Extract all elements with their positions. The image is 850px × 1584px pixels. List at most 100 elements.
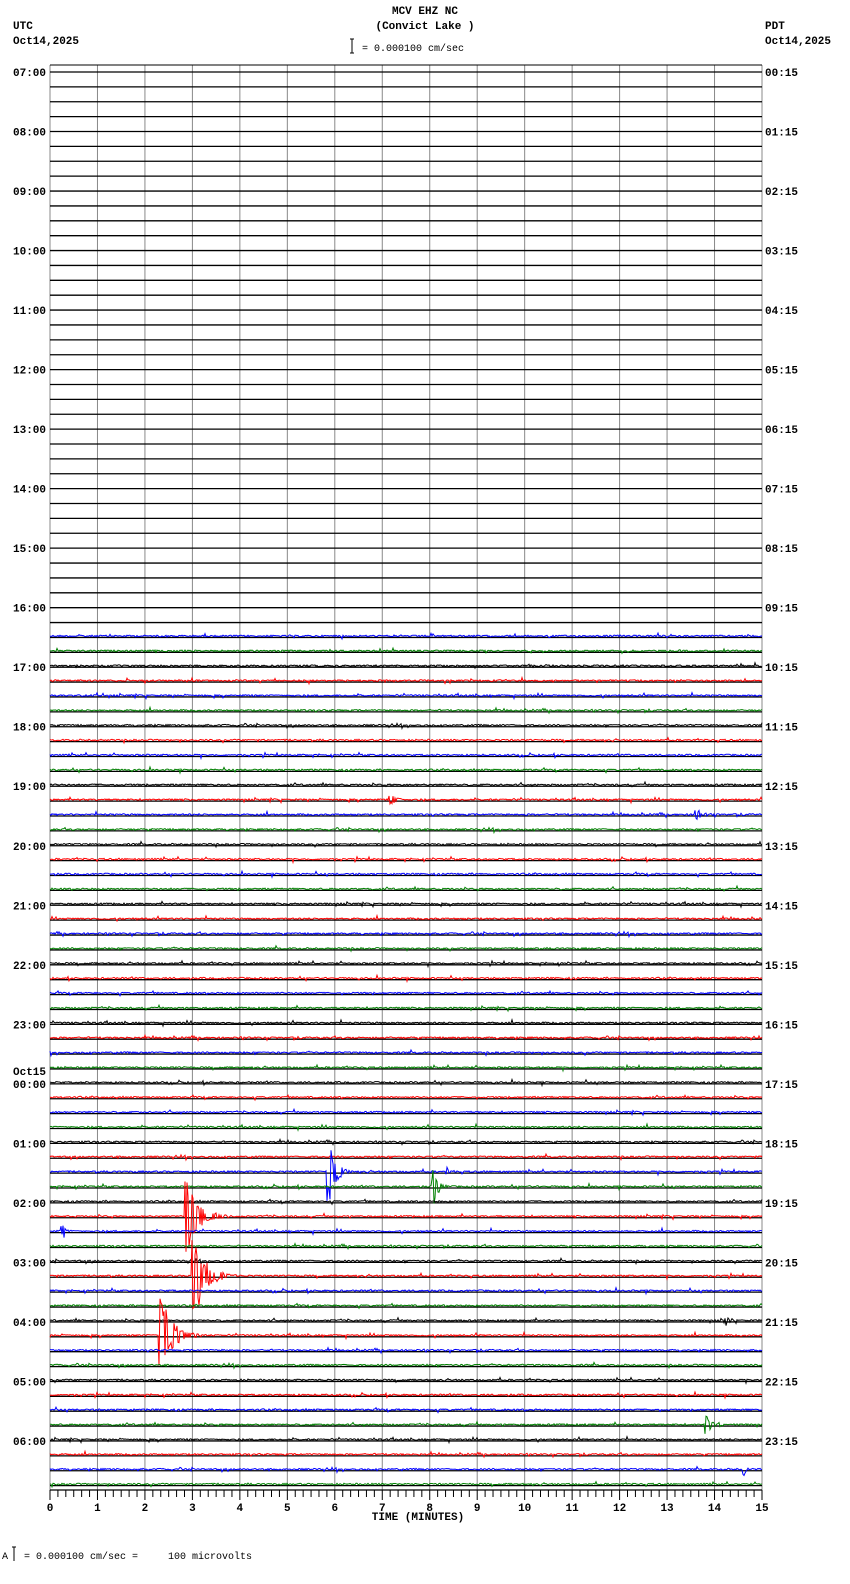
- pdt-hour-label: 20:15: [765, 1258, 798, 1270]
- pdt-hour-label: 05:15: [765, 366, 798, 378]
- trace-row: [49, 930, 763, 939]
- trace-row: [49, 795, 763, 806]
- footer-scale-label: = 0.000100 cm/sec = 100 microvolts: [24, 1551, 252, 1563]
- x-tick-label: 15: [755, 1503, 769, 1515]
- utc-hour-label: 15:00: [13, 544, 46, 556]
- trace-row: [49, 1376, 763, 1385]
- right-date: Oct14,2025: [765, 36, 831, 48]
- utc-hour-label: 14:00: [13, 485, 46, 497]
- trace-row: [49, 691, 762, 701]
- pdt-hour-label: 07:15: [765, 485, 798, 497]
- utc-hour-label: 12:00: [13, 366, 46, 378]
- station-title: MCV EHZ NC: [392, 6, 458, 18]
- pdt-hour-label: 01:15: [765, 128, 798, 140]
- trace-row: [49, 1435, 763, 1445]
- traces: [49, 631, 763, 1489]
- pdt-hour-label: 17:15: [765, 1080, 798, 1092]
- utc-hour-label: 16:00: [13, 604, 46, 616]
- pdt-hour-label: 10:15: [765, 663, 798, 675]
- utc-hour-label: 01:00: [13, 1139, 46, 1151]
- left-timezone: UTC: [13, 21, 33, 33]
- scale-bar-icon: [350, 38, 354, 54]
- utc-hour-label: 21:00: [13, 901, 46, 913]
- trace-row: [49, 1298, 763, 1366]
- x-tick-label: 3: [189, 1503, 196, 1515]
- trace-row: [49, 826, 763, 835]
- x-tick-label: 2: [142, 1503, 149, 1515]
- footer-scale-bar-icon: [12, 1546, 16, 1561]
- pdt-hour-label: 13:15: [765, 842, 798, 854]
- footer-prefix: A: [2, 1552, 8, 1563]
- utc-hour-label: 03:00: [13, 1258, 46, 1270]
- utc-hour-label: 17:00: [13, 663, 46, 675]
- pdt-hour-label: 06:15: [765, 425, 798, 437]
- station-location: (Convict Lake ): [375, 21, 474, 33]
- pdt-hour-label: 16:15: [765, 1020, 798, 1032]
- utc-hour-label: 22:00: [13, 961, 46, 973]
- trace-row: [50, 959, 763, 969]
- pdt-hour-label: 02:15: [765, 187, 798, 199]
- left-date: Oct14,2025: [13, 36, 79, 48]
- x-tick-label: 1: [94, 1503, 101, 1515]
- row-labels: 07:00 00:15 08:00 01:15 09:00 02:15 10:00 03:15…: [13, 68, 798, 1449]
- utc-hour-label: 08:00: [13, 128, 46, 140]
- utc-hour-label: 06:00: [13, 1437, 46, 1449]
- pdt-hour-label: 12:15: [765, 782, 798, 794]
- pdt-hour-label: 23:15: [765, 1437, 798, 1449]
- trace-row: [49, 1152, 763, 1162]
- trace-row: [49, 1415, 763, 1434]
- right-timezone: PDT: [765, 21, 785, 33]
- trace-row: [49, 1048, 762, 1058]
- pdt-hour-label: 03:15: [765, 247, 798, 259]
- utc-hour-label: 02:00: [13, 1199, 46, 1211]
- x-tick-label: 10: [518, 1503, 531, 1515]
- trace-row: [49, 1063, 763, 1073]
- utc-hour-label: 00:00: [13, 1080, 46, 1092]
- x-tick-label: 4: [237, 1503, 244, 1515]
- pdt-hour-label: 14:15: [765, 901, 798, 913]
- date-change-label: Oct15: [13, 1067, 46, 1079]
- pdt-hour-label: 21:15: [765, 1318, 798, 1330]
- trace-row: [49, 809, 763, 821]
- pdt-hour-label: 08:15: [765, 544, 798, 556]
- pdt-hour-label: 00:15: [765, 68, 798, 80]
- x-tick-label: 12: [613, 1503, 626, 1515]
- pdt-hour-label: 09:15: [765, 604, 798, 616]
- utc-hour-label: 19:00: [13, 782, 46, 794]
- trace-row: [49, 1017, 763, 1028]
- trace-row: [49, 751, 763, 761]
- x-tick-label: 14: [708, 1503, 722, 1515]
- trace-row: [49, 1257, 763, 1266]
- utc-hour-label: 13:00: [13, 425, 46, 437]
- utc-hour-label: 04:00: [13, 1318, 46, 1330]
- trace-row: [49, 1181, 763, 1252]
- pdt-hour-label: 18:15: [765, 1139, 798, 1151]
- pdt-hour-label: 22:15: [765, 1377, 798, 1389]
- x-tick-label: 9: [474, 1503, 481, 1515]
- utc-hour-label: 23:00: [13, 1020, 46, 1032]
- trace-row: [49, 675, 763, 686]
- trace-row: [49, 722, 763, 731]
- x-tick-label: 6: [331, 1503, 338, 1515]
- trace-row: [49, 1240, 763, 1310]
- pdt-hour-label: 04:15: [765, 306, 798, 318]
- trace-row: [49, 1170, 763, 1204]
- utc-hour-label: 09:00: [13, 187, 46, 199]
- trace-row: [49, 855, 763, 865]
- pdt-hour-label: 11:15: [765, 723, 798, 735]
- utc-hour-label: 10:00: [13, 247, 46, 259]
- pdt-hour-label: 19:15: [765, 1199, 798, 1211]
- utc-hour-label: 07:00: [13, 68, 46, 80]
- utc-hour-label: 20:00: [13, 842, 46, 854]
- utc-hour-label: 18:00: [13, 723, 46, 735]
- x-tick-label: 0: [47, 1503, 54, 1515]
- pdt-hour-label: 15:15: [765, 961, 798, 973]
- trace-row: [49, 1225, 762, 1238]
- utc-hour-label: 11:00: [13, 306, 46, 318]
- x-tick-label: 11: [566, 1503, 580, 1515]
- trace-row: [49, 900, 763, 909]
- helicorder-chart: MCV EHZ NC (Convict Lake ) = 0.000100 cm…: [2, 6, 831, 1563]
- trace-row: [49, 1122, 763, 1132]
- x-axis-label: TIME (MINUTES): [372, 1512, 464, 1524]
- x-tick-label: 5: [284, 1503, 291, 1515]
